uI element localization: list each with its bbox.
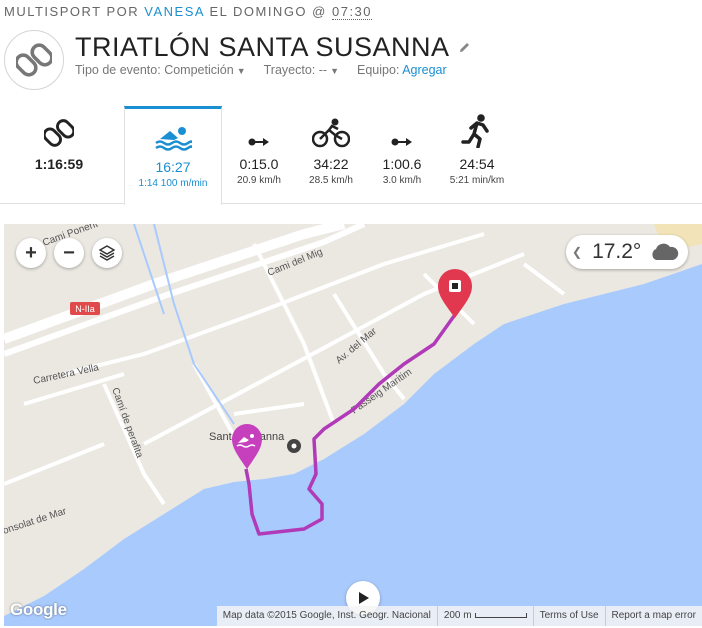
- temperature: 17.2°: [592, 240, 642, 263]
- pencil-icon[interactable]: [458, 41, 471, 54]
- triathlon-rings-icon: [44, 119, 74, 147]
- add-team-link[interactable]: Agregar: [402, 63, 446, 77]
- zoom-out-button[interactable]: −: [54, 238, 84, 268]
- multisport-summary: 1:16:59 16:27 1:14 100 m/min 0:15.0 20.9…: [0, 106, 702, 205]
- layers-button[interactable]: [92, 238, 122, 268]
- segment-swim[interactable]: 16:27 1:14 100 m/min: [124, 106, 222, 205]
- terms-link[interactable]: Terms of Use: [532, 606, 605, 626]
- activity-map[interactable]: N-IIa Cami del Mig Av. del Mar Passeig M…: [4, 224, 702, 626]
- swim-time: 16:27: [155, 159, 191, 175]
- user-link[interactable]: VANESA: [144, 4, 204, 19]
- bike-time: 34:22: [313, 156, 349, 172]
- chevron-left-icon[interactable]: ❮: [572, 245, 582, 259]
- zoom-in-button[interactable]: +: [16, 238, 46, 268]
- run-pace: 5:21 min/km: [449, 175, 505, 186]
- land-area: [4, 224, 702, 616]
- bike-speed: 28.5 km/h: [309, 175, 353, 186]
- weather-widget[interactable]: ❮ 17.2°: [566, 235, 688, 269]
- run-icon: [461, 114, 489, 148]
- summary-total[interactable]: 1:16:59: [20, 106, 98, 204]
- transition-icon: [248, 138, 269, 146]
- triathlon-rings-icon: [16, 43, 52, 77]
- bike-icon: [312, 118, 350, 148]
- activity-title: TRIATLÓN SANTA SUSANNA: [75, 32, 471, 63]
- segment-run[interactable]: 24:54 5:21 min/km: [440, 106, 514, 204]
- when-label: EL DOMINGO @: [209, 4, 327, 19]
- activity-type-line: MULTISPORT POR VANESA EL DOMINGO @ 07:30: [4, 4, 373, 20]
- cloud-icon: [652, 243, 679, 260]
- segment-bike[interactable]: 34:22 28.5 km/h: [298, 106, 364, 204]
- road-badge-label: N-IIa: [75, 304, 95, 314]
- t2-speed: 3.0 km/h: [382, 175, 422, 186]
- swim-icon: [155, 127, 192, 151]
- segment-transition-2[interactable]: 1:00.6 3.0 km/h: [372, 106, 432, 204]
- team-field: Equipo: Agregar: [356, 63, 447, 77]
- scale-label: 200 m: [443, 610, 472, 621]
- segment-transition-1[interactable]: 0:15.0 20.9 km/h: [228, 106, 290, 204]
- t2-time: 1:00.6: [382, 156, 422, 172]
- activity-time[interactable]: 07:30: [331, 4, 373, 20]
- map-attribution-bar: Map data ©2015 Google, Inst. Geogr. Naci…: [216, 606, 702, 626]
- caret-down-icon: ▼: [236, 66, 246, 76]
- activity-title-text: TRIATLÓN SANTA SUSANNA: [75, 32, 450, 62]
- report-error-link[interactable]: Report a map error: [604, 606, 702, 626]
- scale-bar: [474, 612, 527, 618]
- google-logo[interactable]: Google: [10, 600, 67, 620]
- total-time: 1:16:59: [34, 156, 84, 172]
- transition-icon: [391, 138, 412, 146]
- activity-meta: Tipo de evento: Competición ▼ Trayecto: -…: [75, 63, 447, 77]
- activity-avatar: [4, 30, 64, 90]
- map-attribution: Map data ©2015 Google, Inst. Geogr. Naci…: [222, 610, 431, 621]
- sport-label: MULTISPORT POR: [4, 4, 140, 19]
- map-scale[interactable]: 200 m: [436, 606, 533, 626]
- t1-time: 0:15.0: [239, 156, 279, 172]
- event-type-dropdown[interactable]: Tipo de evento: Competición ▼: [75, 63, 246, 77]
- t1-speed: 20.9 km/h: [237, 175, 281, 186]
- layers-icon: [99, 245, 115, 261]
- caret-down-icon: ▼: [330, 66, 339, 76]
- course-dropdown[interactable]: Trayecto: -- ▼: [264, 63, 339, 77]
- map-canvas[interactable]: N-IIa Cami del Mig Av. del Mar Passeig M…: [4, 224, 702, 626]
- play-icon: [359, 592, 369, 604]
- swim-pace: 1:14 100 m/min: [138, 178, 208, 189]
- run-time: 24:54: [459, 156, 495, 172]
